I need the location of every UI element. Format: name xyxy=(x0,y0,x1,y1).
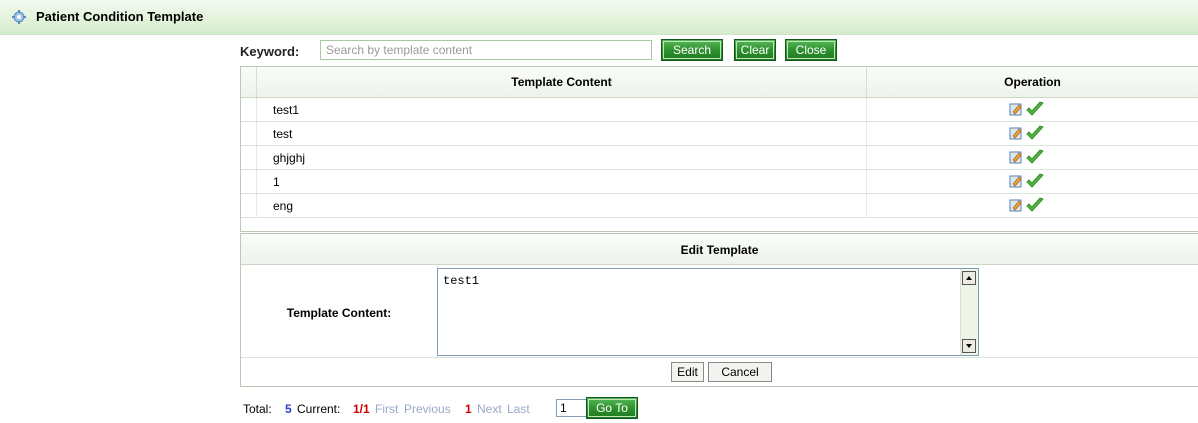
current-page: 1/1 xyxy=(353,402,370,416)
row-divider xyxy=(866,194,867,217)
row-operations xyxy=(1009,173,1049,191)
page-number[interactable]: 1 xyxy=(465,402,472,416)
check-icon[interactable] xyxy=(1026,149,1045,168)
template-table: Template Content Operation test1 test gh… xyxy=(240,66,1198,232)
row-operations xyxy=(1009,101,1049,119)
edit-icon[interactable] xyxy=(1009,174,1023,191)
check-icon[interactable] xyxy=(1026,125,1045,144)
template-content-label: Template Content: xyxy=(286,306,392,320)
field-divider xyxy=(241,357,1198,358)
current-label: Current: xyxy=(297,402,341,416)
row-divider xyxy=(256,146,257,169)
check-icon[interactable] xyxy=(1026,173,1045,192)
row-divider xyxy=(256,122,257,145)
edit-panel-title: Edit Template xyxy=(680,243,759,257)
edit-icon[interactable] xyxy=(1009,150,1023,167)
next-link[interactable]: Next xyxy=(477,402,502,416)
template-content-cell: test xyxy=(273,127,293,141)
textarea-scrollbar[interactable] xyxy=(960,269,978,355)
search-bar: Keyword: Search Clear Close xyxy=(240,39,940,63)
edit-icon[interactable] xyxy=(1009,102,1023,119)
cancel-button[interactable]: Cancel xyxy=(708,362,772,382)
first-link[interactable]: First xyxy=(375,402,398,416)
row-divider xyxy=(256,98,257,121)
row-divider xyxy=(256,170,257,193)
edit-button[interactable]: Edit xyxy=(671,362,704,382)
keyword-input[interactable] xyxy=(320,40,652,60)
pagination: Total: 5 Current: 1/1 First Previous 1 N… xyxy=(243,397,743,419)
template-content-cell: eng xyxy=(273,199,294,213)
total-count: 5 xyxy=(285,402,292,416)
goto-page-input[interactable] xyxy=(556,399,590,417)
edit-icon[interactable] xyxy=(1009,198,1023,215)
check-icon[interactable] xyxy=(1026,197,1045,216)
table-row[interactable]: ghjghj xyxy=(241,146,1198,170)
row-divider xyxy=(866,98,867,121)
row-operations xyxy=(1009,125,1049,143)
last-link[interactable]: Last xyxy=(507,402,530,416)
close-button[interactable]: Close xyxy=(785,39,837,61)
gear-icon xyxy=(12,10,26,24)
edit-icon[interactable] xyxy=(1009,126,1023,143)
page-title: Patient Condition Template xyxy=(36,9,204,24)
textarea-value: test1 xyxy=(443,274,480,288)
row-divider xyxy=(866,170,867,193)
template-content-cell: 1 xyxy=(273,175,280,189)
row-operations xyxy=(1009,149,1049,167)
row-divider xyxy=(866,122,867,145)
table-row[interactable]: test xyxy=(241,122,1198,146)
page-header: Patient Condition Template xyxy=(0,0,1198,35)
template-content-cell: test1 xyxy=(273,103,300,117)
column-header-template-content[interactable]: Template Content xyxy=(257,75,866,89)
row-divider xyxy=(256,194,257,217)
scroll-up-icon[interactable] xyxy=(962,271,976,285)
table-header: Template Content Operation xyxy=(241,67,1198,98)
edit-panel-header: Edit Template xyxy=(241,234,1198,265)
table-row[interactable]: eng xyxy=(241,194,1198,218)
search-button[interactable]: Search xyxy=(661,39,723,61)
table-row[interactable]: test1 xyxy=(241,98,1198,122)
row-operations xyxy=(1009,197,1049,215)
clear-button[interactable]: Clear xyxy=(734,39,776,61)
table-row[interactable]: 1 xyxy=(241,170,1198,194)
goto-button[interactable]: Go To xyxy=(586,397,638,419)
row-divider xyxy=(866,146,867,169)
template-content-cell: ghjghj xyxy=(273,151,306,165)
template-content-textarea[interactable]: test1 xyxy=(437,268,979,356)
previous-link[interactable]: Previous xyxy=(404,402,451,416)
check-icon[interactable] xyxy=(1026,101,1045,120)
keyword-label: Keyword: xyxy=(240,44,300,59)
total-label: Total: xyxy=(243,402,272,416)
edit-template-panel: Edit Template Template Content: test1 Ed… xyxy=(240,233,1198,387)
scroll-down-icon[interactable] xyxy=(962,339,976,353)
column-header-operation[interactable]: Operation xyxy=(867,75,1198,89)
